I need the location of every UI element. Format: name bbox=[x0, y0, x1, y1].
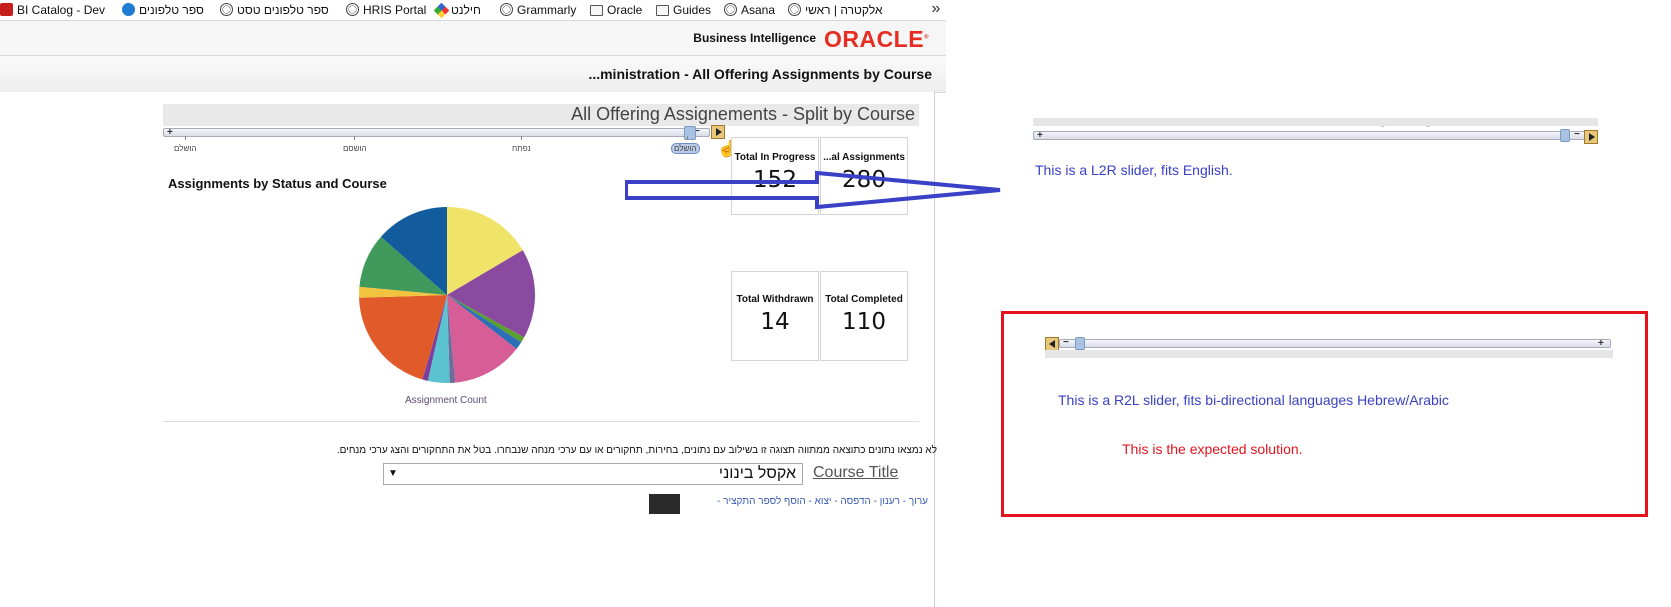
slider-play-icon[interactable] bbox=[711, 125, 725, 139]
globe-icon bbox=[220, 3, 233, 16]
kpi-value: 14 bbox=[760, 309, 790, 335]
pie-chart bbox=[359, 207, 535, 383]
globe-icon bbox=[346, 3, 359, 16]
kpi-label: Total Withdrawn bbox=[736, 294, 814, 305]
r2l-slider-track: − + bbox=[1059, 337, 1611, 349]
slider-tick-label[interactable]: נפתח bbox=[512, 144, 531, 153]
pie-chart-title: Assignments by Status and Course bbox=[168, 176, 387, 191]
slider-thumb bbox=[1075, 337, 1085, 350]
bookmark-hilnet[interactable]: חילנט bbox=[433, 2, 481, 19]
annotation-arrow bbox=[625, 170, 1001, 210]
page-title: ...ministration - All Offering Assignmen… bbox=[588, 66, 932, 82]
phone-book-icon bbox=[122, 3, 135, 16]
l2r-slider-track: + − bbox=[1033, 129, 1590, 141]
slider-tick-mark bbox=[354, 136, 355, 140]
course-title-label[interactable]: Course Title bbox=[813, 464, 898, 482]
bookmark-hris-portal[interactable]: HRIS Portal bbox=[346, 2, 426, 18]
globe-icon bbox=[724, 3, 737, 16]
bookmark-label: ספר טלפונים bbox=[139, 3, 204, 17]
bookmark-label: Guides bbox=[673, 3, 712, 17]
l2r-slider-zoom: All Offering Assignements + − bbox=[1033, 118, 1598, 146]
redacted-block bbox=[649, 494, 680, 514]
slider-minus-icon: − bbox=[1574, 129, 1580, 140]
course-title-select[interactable]: אקסל בינוני ▼ bbox=[383, 463, 803, 485]
bookmark-label: אלקטרה | ראשי bbox=[805, 3, 883, 17]
slider-thumb[interactable] bbox=[684, 126, 696, 140]
globe-icon bbox=[788, 3, 801, 16]
folder-icon bbox=[590, 5, 603, 16]
section-divider bbox=[163, 421, 919, 422]
slider-tick-mark bbox=[687, 136, 688, 140]
bookmarks-bar: BI Catalog - Dev ספר טלפונים ספר טלפונים… bbox=[0, 0, 946, 21]
bi-label: Business Intelligence bbox=[693, 31, 816, 45]
slider-plus-icon[interactable]: + bbox=[167, 128, 173, 138]
slider-back-icon bbox=[1045, 337, 1059, 351]
slider-tick-mark bbox=[521, 136, 522, 140]
kpi-total-withdrawn: Total Withdrawn 14 bbox=[731, 271, 819, 361]
report-title-bar: All Offering Assignements - Split by Cou… bbox=[163, 104, 919, 126]
expected-solution-caption: This is the expected solution. bbox=[1122, 441, 1303, 457]
colorful-logo-icon bbox=[433, 2, 450, 19]
bookmark-guides[interactable]: Guides bbox=[656, 2, 711, 18]
l2r-caption: This is a L2R slider, fits English. bbox=[1035, 162, 1233, 178]
slider-play-icon bbox=[1584, 130, 1598, 144]
slider-minus-icon: − bbox=[1063, 337, 1069, 348]
r2l-caption: This is a R2L slider, fits bi-directiona… bbox=[1058, 392, 1449, 408]
bookmark-oracle[interactable]: Oracle bbox=[590, 2, 642, 18]
bookmark-bi-catalog[interactable]: BI Catalog - Dev bbox=[0, 2, 105, 18]
course-title-value: אקסל בינוני bbox=[718, 465, 796, 482]
bookmark-label: BI Catalog - Dev bbox=[17, 3, 106, 17]
bookmark-asana[interactable]: Asana bbox=[724, 2, 775, 18]
slider-plus-icon: + bbox=[1598, 338, 1604, 349]
kpi-label: ...al Assignments bbox=[823, 152, 905, 163]
slider-tick-mark bbox=[185, 136, 186, 140]
slider-tick-label-selected[interactable]: הושלם bbox=[671, 143, 700, 154]
kpi-label: Total In Progress bbox=[734, 152, 816, 163]
bookmark-label: Asana bbox=[741, 3, 776, 17]
bookmark-phone-book[interactable]: ספר טלפונים bbox=[122, 2, 204, 18]
report-title: All Offering Assignements - Split by Cou… bbox=[571, 104, 915, 124]
no-data-text: לא נמצאו נתונים כתוצאה ממתווה תצוגה זו ב… bbox=[336, 445, 937, 456]
kpi-label: Total Completed bbox=[825, 294, 903, 305]
oracle-logo: ORACLE® bbox=[824, 26, 929, 53]
bookmark-label: Oracle bbox=[607, 3, 643, 17]
pie-chart-caption: Assignment Count bbox=[405, 395, 487, 406]
bookmarks-overflow-icon[interactable]: » bbox=[926, 0, 946, 18]
kpi-total-completed: Total Completed 110 bbox=[820, 271, 908, 361]
report-slider[interactable]: + − bbox=[163, 127, 710, 138]
slider-thumb bbox=[1560, 129, 1570, 142]
bookmark-label: Grammarly bbox=[517, 3, 577, 17]
no-data-message: לא נמצאו נתונים כתוצאה ממתווה תצוגה זו ב… bbox=[337, 445, 937, 456]
bookmark-grammarly[interactable]: Grammarly bbox=[500, 2, 576, 18]
oracle-logo-text: ORACLE bbox=[823, 26, 925, 52]
page-title-bar: ...ministration - All Offering Assignmen… bbox=[0, 55, 946, 93]
slider-tick-label[interactable]: הושלם bbox=[174, 144, 197, 153]
slider-tick-label[interactable]: הושסם bbox=[343, 144, 367, 153]
kpi-value: 110 bbox=[842, 309, 886, 335]
bi-header: Business Intelligence ORACLE® bbox=[0, 21, 946, 55]
oracle-logo-mark: ® bbox=[924, 34, 929, 41]
slider-plus-icon: + bbox=[1037, 130, 1043, 141]
report-footer-links[interactable]: ערוך - רענון - הדפסה - יצוא - הוסף לספר … bbox=[717, 496, 928, 507]
r2l-slider-zoom: − + bbox=[1045, 336, 1613, 358]
bookmark-label: חילנט bbox=[451, 3, 481, 17]
bookmark-phone-book-test[interactable]: ספר טלפונים טסט bbox=[220, 2, 329, 18]
bookmark-label: HRIS Portal bbox=[363, 3, 427, 17]
bookmark-label: ספר טלפונים טסט bbox=[237, 3, 329, 17]
dropdown-arrow-icon[interactable]: ▼ bbox=[388, 468, 398, 479]
folder-icon bbox=[656, 5, 669, 16]
bookmark-electra[interactable]: אלקטרה | ראשי bbox=[788, 2, 882, 18]
oracle-icon bbox=[0, 3, 13, 16]
globe-icon bbox=[500, 3, 513, 16]
